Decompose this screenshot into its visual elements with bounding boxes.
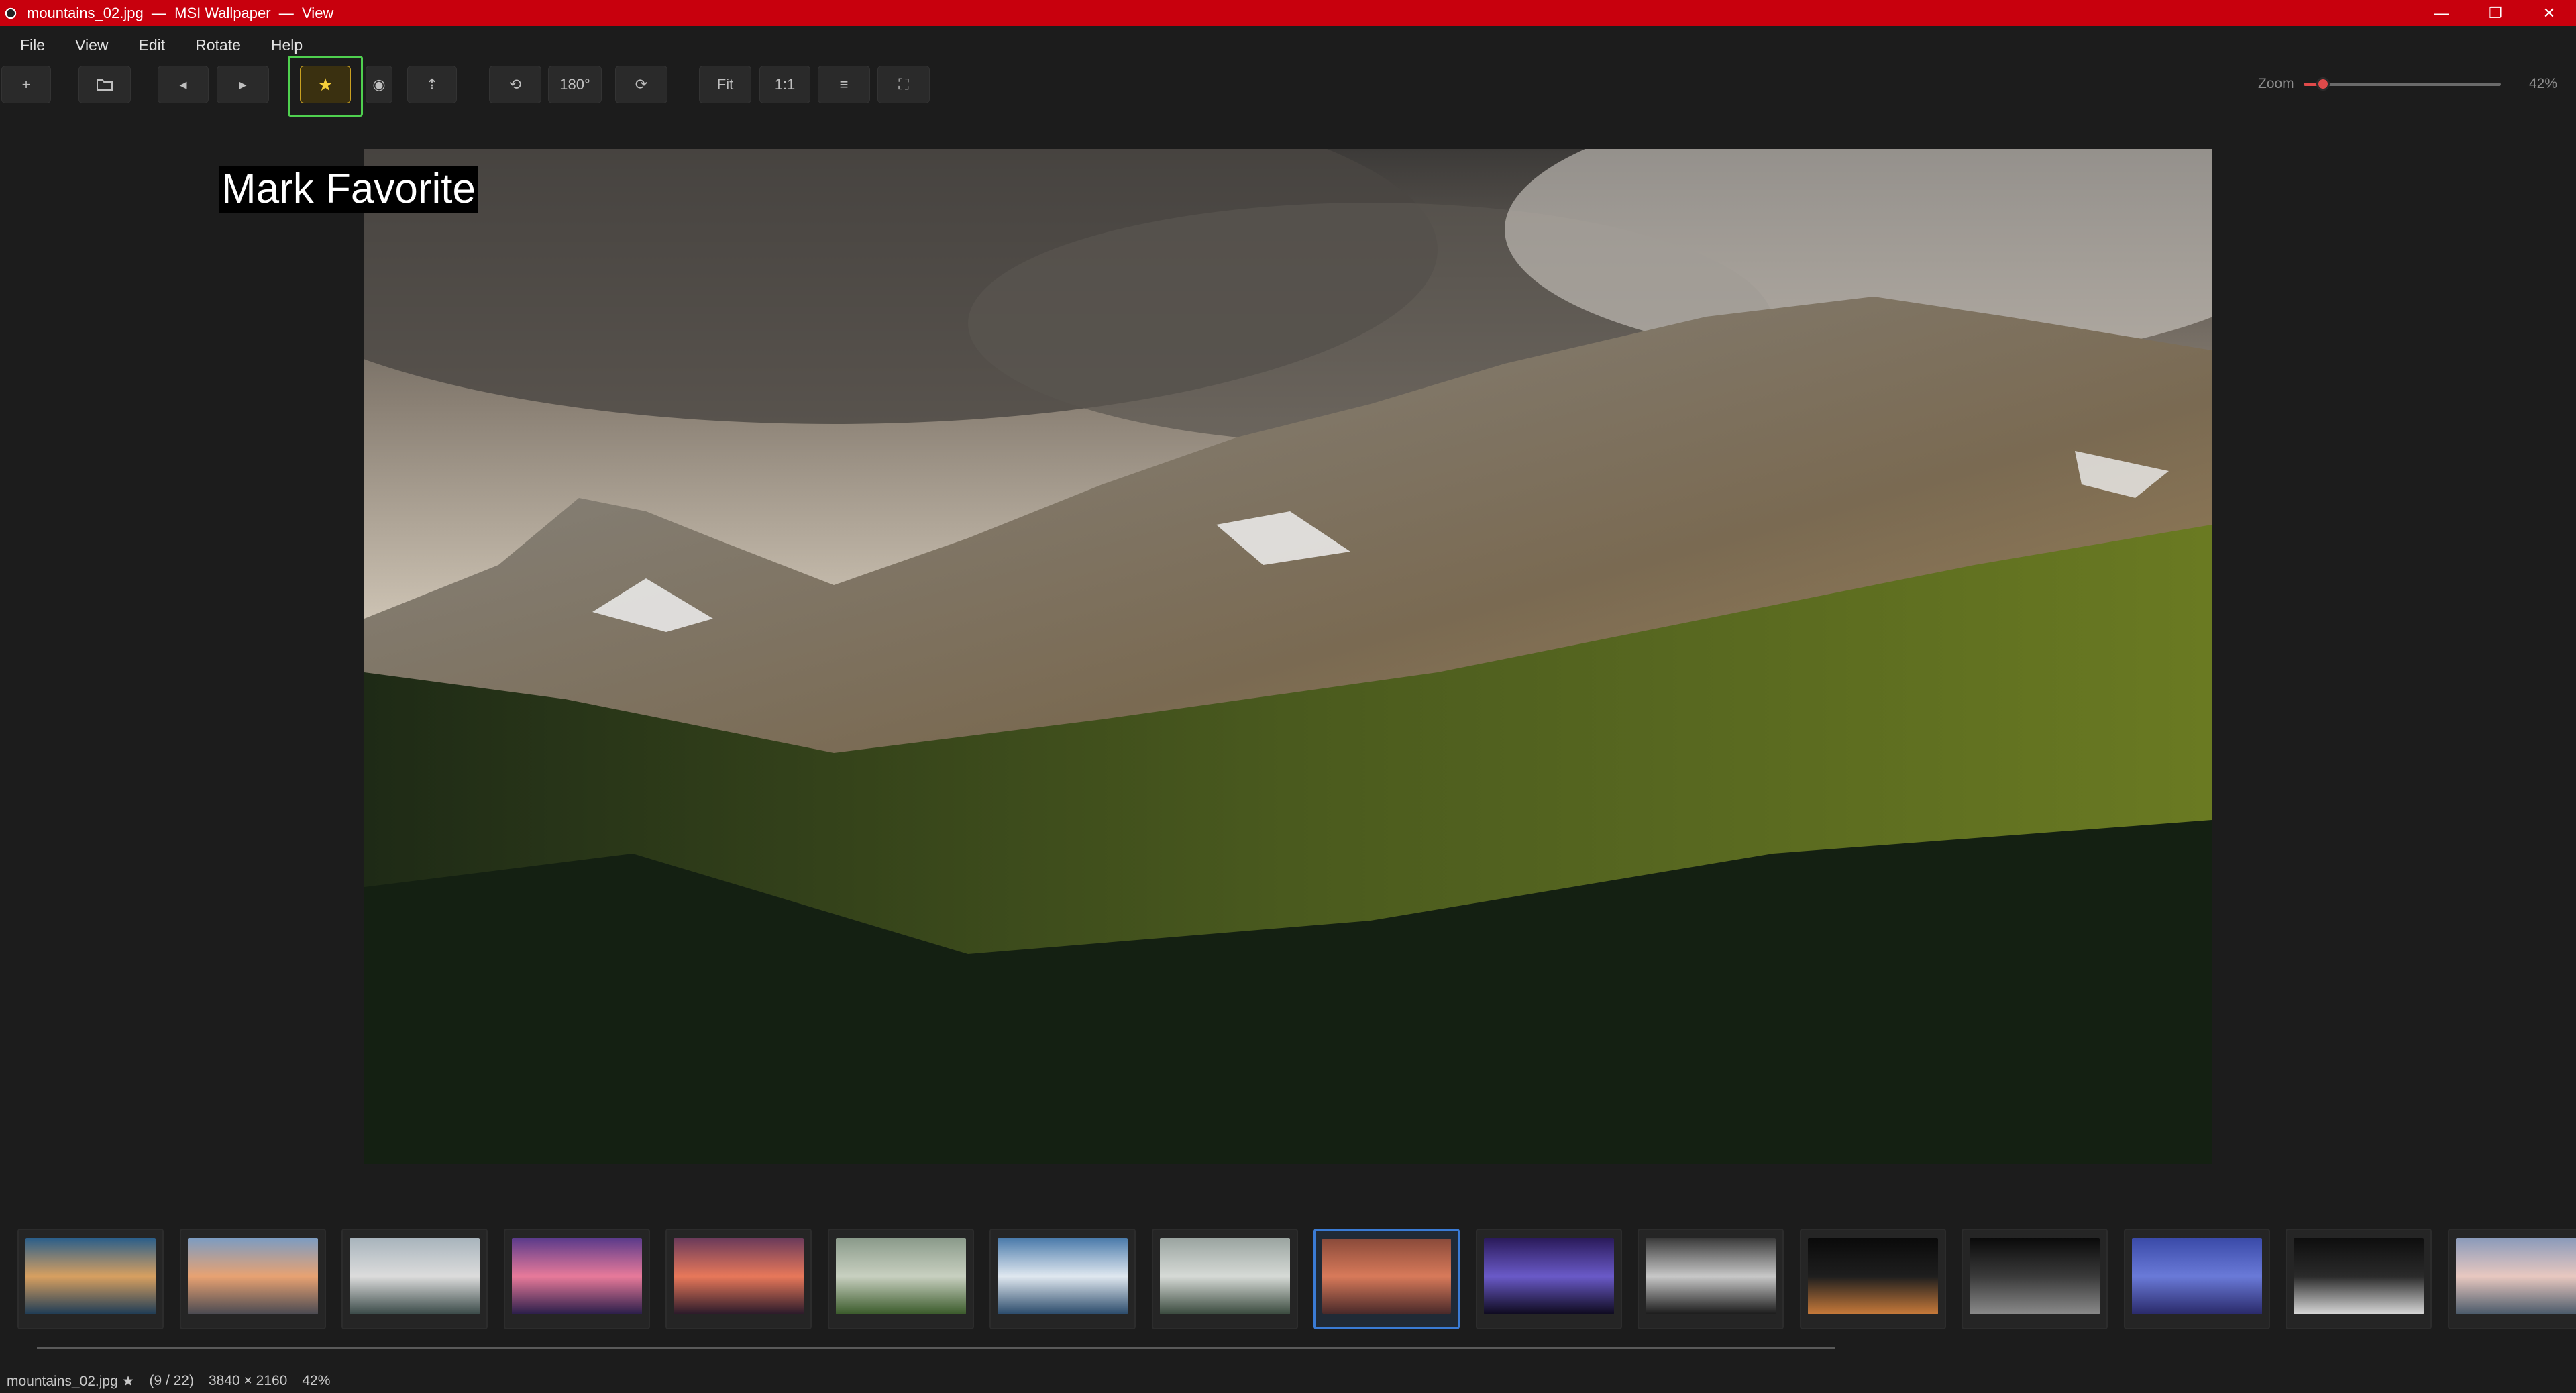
thumbnail-msi-pen[interactable] (1800, 1229, 1946, 1329)
thumbnail-foggy-forest[interactable] (828, 1229, 974, 1329)
thumbnail-msi-blue-emblem[interactable] (2124, 1229, 2270, 1329)
set-wallpaper-button[interactable]: ⇡ (407, 66, 457, 103)
thumbnail-image (1970, 1238, 2100, 1314)
fullscreen-icon: ⛶ (898, 76, 909, 93)
fullscreen-button[interactable]: ⛶ (877, 66, 930, 103)
thumbnail-image (1160, 1238, 1290, 1314)
open-folder-button[interactable] (78, 66, 131, 103)
thumbnail-msi-silver[interactable] (1638, 1229, 1784, 1329)
title-bar: mountains_02.jpg — MSI Wallpaper — View … (0, 0, 2576, 26)
status-zoom: 42% (302, 1373, 331, 1388)
thumbnail-image (2294, 1238, 2424, 1314)
menu-edit[interactable]: Edit (125, 36, 182, 54)
thumbnail-strip (0, 1215, 2576, 1349)
next-icon: ▸ (239, 76, 247, 93)
favorite-tooltip: Mark Favorite (219, 166, 478, 213)
thumbnail-lake-reflection[interactable] (17, 1229, 164, 1329)
status-filename: mountains_02.jpg ★ (7, 1373, 135, 1389)
thumbnail-image (1808, 1238, 1938, 1314)
thumbnail-image (1322, 1239, 1451, 1314)
status-position: (9 / 22) (149, 1373, 194, 1388)
info-button[interactable]: ◉ (366, 66, 392, 103)
window-controls: — ❐ ✕ (2415, 0, 2576, 26)
rotate-right-button[interactable]: ⟳ (615, 66, 667, 103)
add-button[interactable]: + (1, 66, 51, 103)
zoom-label: Zoom (2258, 76, 2294, 91)
thumbnail-image (512, 1238, 642, 1314)
zoom-value: 42% (2529, 76, 2558, 91)
menu-rotate[interactable]: Rotate (182, 36, 258, 54)
thumbnail-image (25, 1238, 156, 1314)
zoom-slider[interactable] (2304, 77, 2501, 91)
toolbar: + ◂ ▸ ★ ◉ ⇡ ⟲ 180° ⟳ Fit 1:1 ≡ ⛶ (0, 66, 2576, 106)
minimize-button[interactable]: — (2415, 0, 2469, 26)
thumbnail-msi-dark-drop[interactable] (1962, 1229, 2108, 1329)
maximize-button[interactable]: ❐ (2469, 0, 2522, 26)
close-button[interactable]: ✕ (2522, 0, 2576, 26)
thumbnail-misty-hills[interactable] (341, 1229, 488, 1329)
thumbnail-image (2132, 1238, 2262, 1314)
folder-open-icon (97, 79, 113, 91)
fit-button[interactable]: Fit (699, 66, 751, 103)
actual-size-label: 1:1 (774, 76, 796, 93)
rotate-left-button[interactable]: ⟲ (489, 66, 541, 103)
image-viewer: Mark Favorite (0, 117, 2576, 1198)
rotate-left-icon: ⟲ (508, 76, 522, 93)
previous-button[interactable]: ◂ (158, 66, 209, 103)
next-button[interactable]: ▸ (217, 66, 269, 103)
thumbnail-image (836, 1238, 966, 1314)
thumbnail-image (1484, 1238, 1614, 1314)
thumbnail-mountains-02[interactable] (1313, 1229, 1460, 1329)
menu-view[interactable]: View (62, 36, 125, 54)
mountain-landscape-image (364, 149, 2212, 1164)
thumbnail-msi-stage[interactable] (1476, 1229, 1622, 1329)
plus-icon: + (21, 76, 31, 93)
status-dimensions: 3840 × 2160 (208, 1373, 288, 1388)
previous-icon: ◂ (179, 76, 187, 93)
upload-icon: ⇡ (425, 76, 439, 93)
thumbnail-beach-sunrise[interactable] (2448, 1229, 2576, 1329)
rotate-180-label: 180° (559, 76, 590, 93)
fit-label: Fit (716, 76, 734, 93)
thumbnail-image (2456, 1238, 2576, 1314)
thumbnail-msi-laptop[interactable] (2286, 1229, 2432, 1329)
thumbnail-image (350, 1238, 480, 1314)
rotate-right-icon: ⟳ (635, 76, 648, 93)
rotate-180-button[interactable]: 180° (548, 66, 602, 103)
favorite-button-highlight (288, 56, 363, 117)
main-image[interactable] (364, 149, 2212, 1164)
thumbnail-strip-scrollbar[interactable] (37, 1347, 1835, 1349)
info-icon: ◉ (372, 76, 386, 93)
status-bar: mountains_02.jpg ★ (9 / 22) 3840 × 2160 … (0, 1369, 2576, 1393)
thumbnail-image (1646, 1238, 1776, 1314)
thumbnail-ocean-coast[interactable] (989, 1229, 1136, 1329)
thumbnail-orange-dusk[interactable] (665, 1229, 812, 1329)
thumbnail-image (674, 1238, 804, 1314)
actual-size-button[interactable]: 1:1 (759, 66, 810, 103)
thumbnail-image (188, 1238, 318, 1314)
app-logo-icon (3, 5, 19, 21)
menu-file[interactable]: File (7, 36, 62, 54)
thumbnail-coastal-rocks[interactable] (180, 1229, 326, 1329)
menu-bar: File View Edit Rotate Help (0, 26, 2576, 64)
thumbnail-purple-sunset[interactable] (504, 1229, 650, 1329)
list-view-button[interactable]: ≡ (818, 66, 870, 103)
list-icon: ≡ (839, 76, 849, 93)
thumbnail-pine-fog[interactable] (1152, 1229, 1298, 1329)
menu-help[interactable]: Help (258, 36, 319, 54)
window-title: mountains_02.jpg — MSI Wallpaper — View (27, 4, 334, 21)
thumbnail-image (998, 1238, 1128, 1314)
